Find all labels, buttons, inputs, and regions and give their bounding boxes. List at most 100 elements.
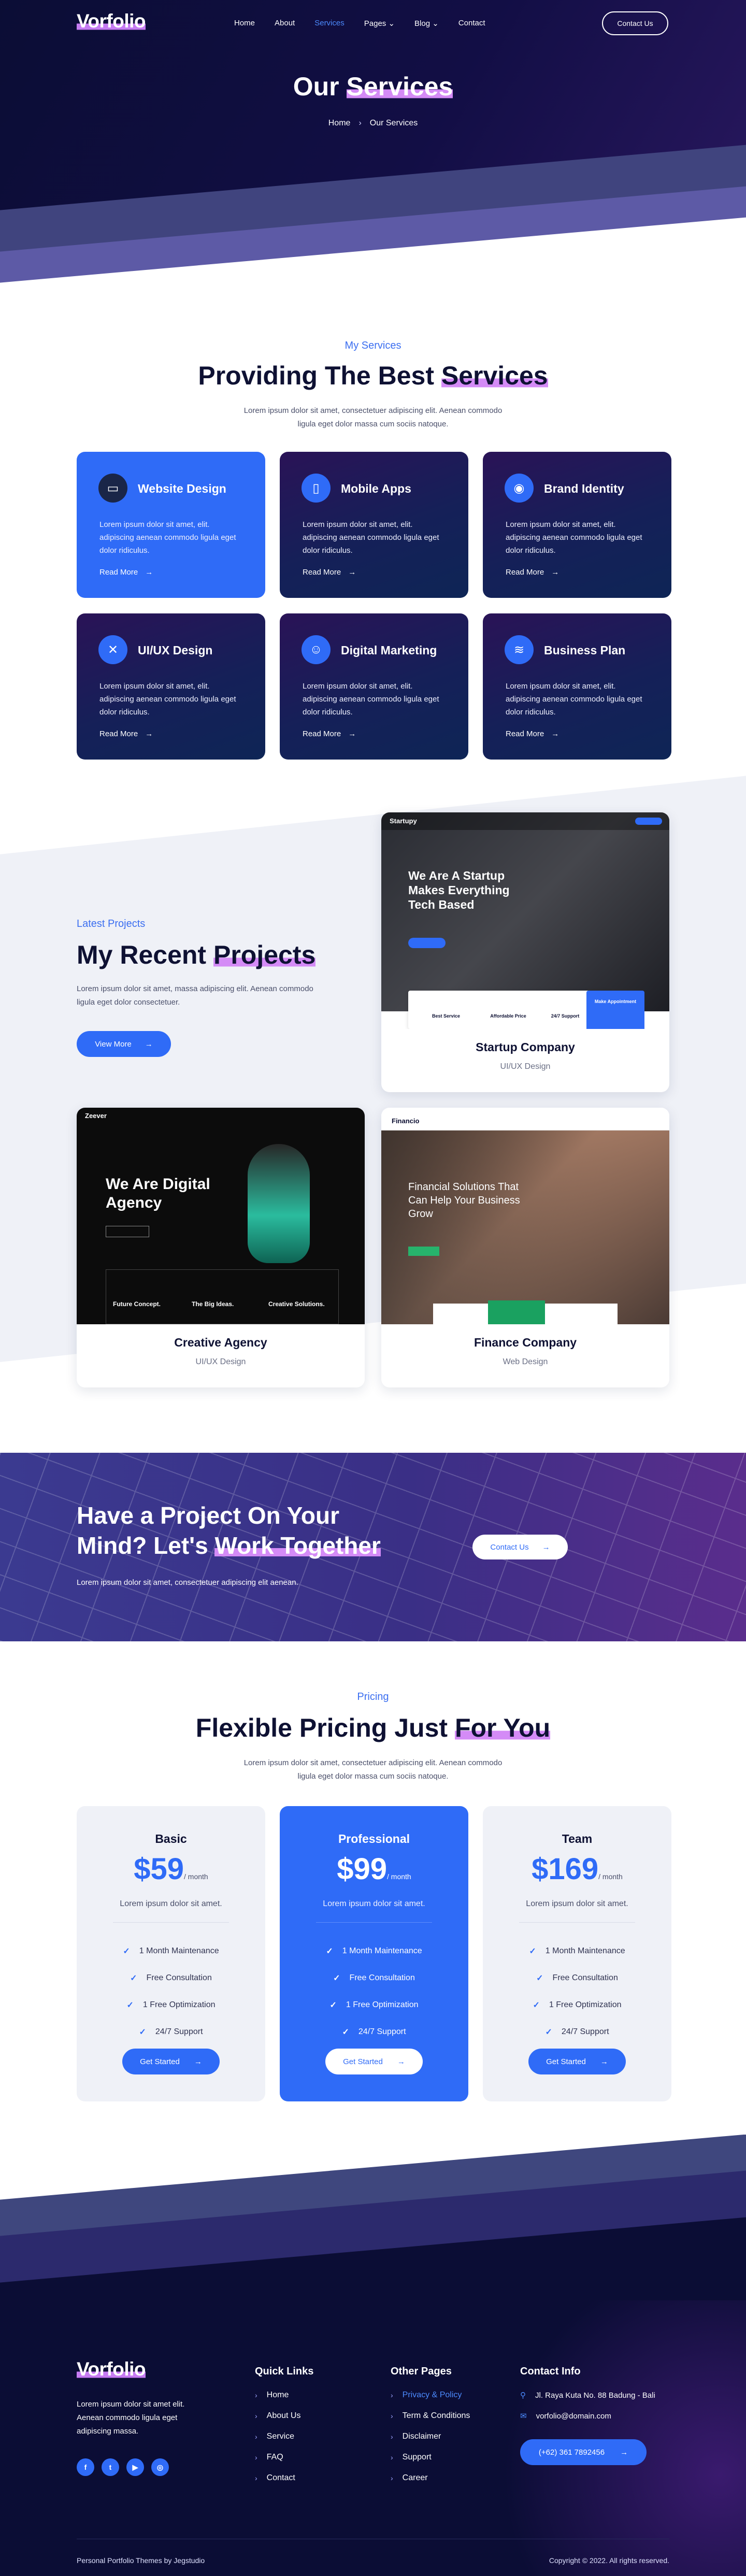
get-started-button[interactable]: Get Started → [528,2049,626,2074]
arrow-right-icon: → [348,568,356,577]
footer-link-career[interactable]: › Career [391,2473,470,2483]
footer-link-privacy[interactable]: › Privacy & Policy [391,2391,470,2400]
plan-price: $99/ month [280,1852,468,1886]
service-desc: Lorem ipsum dolor sit amet, elit. adipis… [506,682,642,717]
nav-blog[interactable]: Blog ⌄ [414,19,439,28]
cta-contact-button[interactable]: Contact Us → [472,1535,568,1559]
flamingo-image [248,1144,310,1263]
project-title: Creative Agency [174,1336,267,1349]
photo-overlay [381,1130,669,1324]
service-desc: Lorem ipsum dolor sit amet, elit. adipis… [303,520,439,555]
mini-feature: Best Service [432,1013,461,1019]
read-more-label: Read More [303,729,341,738]
read-more-link[interactable]: Read More → [506,729,559,738]
check-icon: ✓ [329,2001,337,2010]
service-card-mobile-apps[interactable]: ▯ Mobile Apps Lorem ipsum dolor sit amet… [280,452,468,598]
page-hero: Vorfolio Home About Services Pages ⌄ Blo… [0,0,746,294]
feature-label: 1 Month Maintenance [139,1947,219,1955]
check-icon: ✓ [545,2028,552,2037]
main-menu: Home About Services Pages ⌄ Blog ⌄ Conta… [234,19,485,28]
read-more-link[interactable]: Read More → [303,568,356,577]
logo-text: Vorfolio [77,10,146,32]
price-value: $99 [337,1852,388,1886]
phone-button[interactable]: (+62) 361 7892456 → [520,2439,647,2465]
service-title: Brand Identity [544,482,624,495]
instagram-icon[interactable]: ◎ [151,2458,169,2476]
nav-home[interactable]: Home [234,19,255,28]
youtube-icon[interactable]: ▶ [126,2458,144,2476]
service-card-business-plan[interactable]: ≋ Business Plan Lorem ipsum dolor sit am… [483,613,671,760]
check-icon: ✓ [342,2028,349,2037]
read-more-label: Read More [99,729,138,738]
footer-logo[interactable]: Vorfolio [77,2358,146,2380]
footer-link-about[interactable]: › About Us [255,2411,300,2421]
plan-desc: Lorem ipsum dolor sit amet. [323,1899,425,1908]
plan-features: ✓ 1 Month Maintenance ✓ Free Consultation … [77,1938,265,2045]
feature-item: ✓ 1 Month Maintenance [77,1938,265,1965]
mail-icon: ✉ [520,2412,527,2421]
read-more-link[interactable]: Read More → [303,729,356,738]
facebook-icon[interactable]: f [77,2458,94,2476]
footer-link-faq[interactable]: › FAQ [255,2453,300,2462]
title-highlight: Projects [213,940,316,969]
contact-address-text: Jl. Raya Kuta No. 88 Badung - Bali [535,2391,655,2400]
other-pages-heading: Other Pages [391,2366,452,2377]
mobile-icon: ▯ [302,474,331,503]
view-more-button[interactable]: View More → [77,1031,171,1057]
read-more-label: Read More [506,729,544,738]
contact-email[interactable]: ✉ vorfolio@domain.com [520,2411,655,2421]
get-started-button[interactable]: Get Started → [325,2049,423,2074]
footer-link-support[interactable]: › Support [391,2453,470,2462]
button-label: Get Started [546,2057,586,2066]
mini-feature: The Big Ideas. [192,1300,234,1308]
service-title: Digital Marketing [341,643,437,657]
project-card-finance[interactable]: Financio Financial Solutions That Can He… [381,1108,669,1387]
logo[interactable]: Vorfolio [77,10,146,32]
monitor-icon: ▭ [98,474,127,503]
get-started-button[interactable]: Get Started → [122,2049,220,2074]
service-title: Mobile Apps [341,482,411,495]
nav-contact[interactable]: Contact [458,19,485,28]
mini-feature-bar [408,991,610,1029]
footer-link-home[interactable]: › Home [255,2391,300,2400]
button-label: Get Started [140,2057,180,2066]
read-more-link[interactable]: Read More → [506,568,559,577]
twitter-icon[interactable]: t [102,2458,119,2476]
read-more-link[interactable]: Read More → [99,568,153,577]
footer-link-contact[interactable]: › Contact [255,2473,300,2483]
plan-name: Basic [155,1832,187,1845]
nav-services[interactable]: Services [314,19,345,28]
service-card-brand-identity[interactable]: ◉ Brand Identity Lorem ipsum dolor sit a… [483,452,671,598]
project-card-creative-agency[interactable]: Zeever We Are Digital Agency Future Conc… [77,1108,365,1387]
mini-logo: Financio [392,1117,420,1125]
price-period: / month [184,1872,208,1881]
chevron-right-icon: › [255,2474,257,2482]
cta-title: Have a Project On Your Mind? Let's Work … [77,1500,381,1561]
breadcrumb-home[interactable]: Home [328,119,351,127]
project-card-startup[interactable]: Startupy We Are A Startup Makes Everythi… [381,812,669,1092]
feature-label: 24/7 Support [155,2027,203,2036]
cta-title-line: Mind? Let's Work Together [77,1530,381,1561]
service-card-website-design[interactable]: ▭ Website Design Lorem ipsum dolor sit a… [77,452,265,598]
footer-link-terms[interactable]: › Term & Conditions [391,2411,470,2421]
check-icon: ✓ [529,1947,536,1956]
mini-button [106,1226,149,1237]
service-card-ui-ux-design[interactable]: ✕ UI/UX Design Lorem ipsum dolor sit ame… [77,613,265,760]
arrow-right-icon: → [551,729,560,738]
pricing-card-professional: Professional $99/ month Lorem ipsum dolo… [280,1806,468,2101]
feature-label: Free Consultation [552,1973,618,1982]
top-nav: Vorfolio Home About Services Pages ⌄ Blo… [0,0,746,46]
nav-pages[interactable]: Pages ⌄ [364,19,395,28]
feature-label: Free Consultation [146,1973,212,1982]
mini-logo: Zeever [85,1112,107,1120]
footer-link-service[interactable]: › Service [255,2432,300,2441]
cta-desc: Lorem ipsum dolor sit amet, consectetuer… [77,1578,298,1587]
logo-text: Vorfolio [77,2358,146,2380]
feature-label: 24/7 Support [561,2027,609,2036]
footer-link-disclaimer[interactable]: › Disclaimer [391,2432,470,2441]
nav-about[interactable]: About [275,19,295,28]
service-card-digital-marketing[interactable]: ☺ Digital Marketing Lorem ipsum dolor si… [280,613,468,760]
contact-us-button[interactable]: Contact Us [602,11,668,35]
read-more-link[interactable]: Read More → [99,729,153,738]
breadcrumb: Home › Our Services [0,119,746,128]
